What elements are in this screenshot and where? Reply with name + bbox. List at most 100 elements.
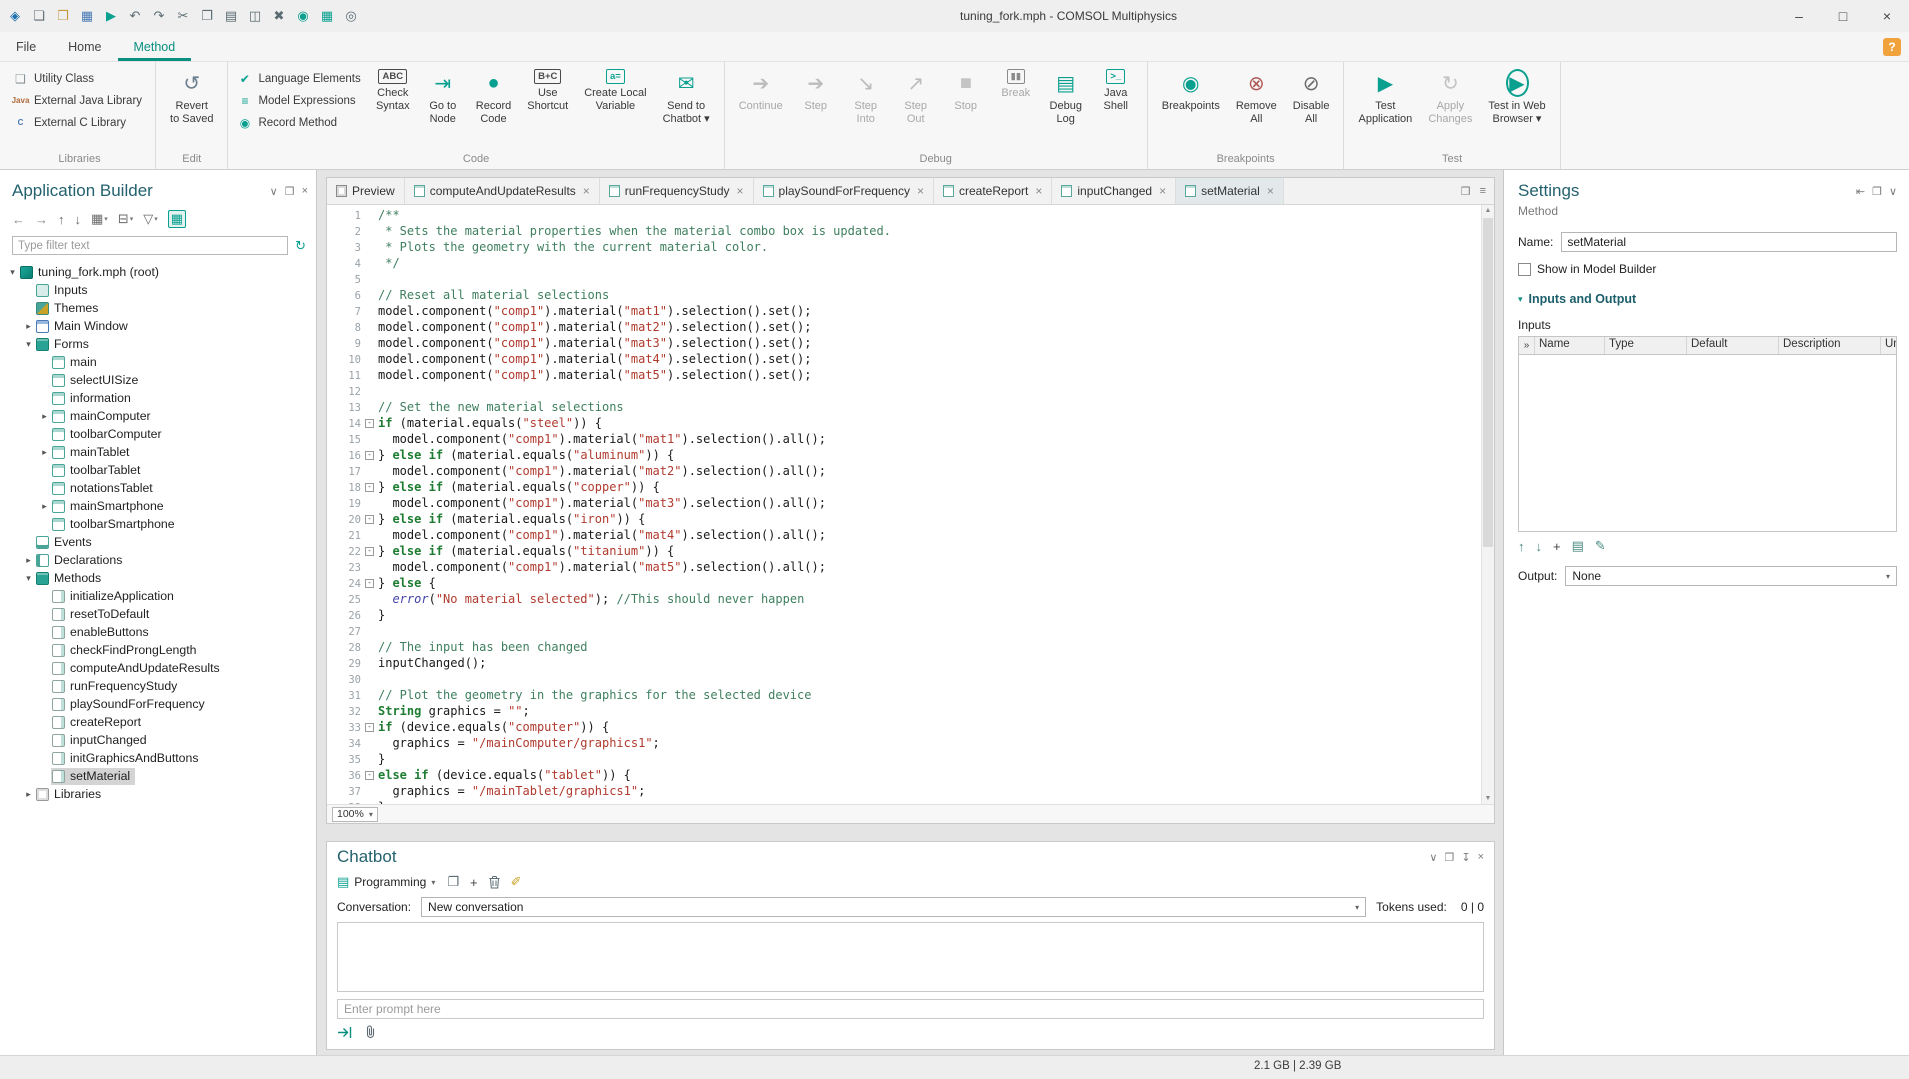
- ribbon-button-step[interactable]: ➔Step: [792, 64, 840, 113]
- ribbon-button-step-into[interactable]: ↘StepInto: [842, 64, 890, 126]
- ribbon-item-external-java-library[interactable]: JavaExternal Java Library: [13, 92, 142, 109]
- tree-item-inputs[interactable]: Inputs: [0, 281, 316, 299]
- inputs-table-body[interactable]: [1519, 355, 1896, 531]
- forward-button[interactable]: →: [35, 212, 48, 227]
- copy-button[interactable]: ❐: [198, 6, 216, 26]
- editor-tab-computeandupdateresults[interactable]: computeAndUpdateResults×: [405, 178, 600, 204]
- filter-menu-button[interactable]: ▽▾: [143, 211, 158, 227]
- maximize-button[interactable]: □: [1821, 0, 1865, 32]
- editor-tab-inputchanged[interactable]: inputChanged×: [1052, 178, 1176, 204]
- close-tab-icon[interactable]: ×: [737, 184, 744, 198]
- tree-twisty-icon[interactable]: ▾: [22, 573, 35, 584]
- minimize-button[interactable]: –: [1777, 0, 1821, 32]
- editor-tab-playsoundforfrequency[interactable]: playSoundForFrequency×: [754, 178, 934, 204]
- ribbon-button-revert-to-saved[interactable]: ↺Revertto Saved: [163, 64, 220, 126]
- tree-item-main[interactable]: main: [0, 353, 316, 371]
- ribbon-button-java-shell[interactable]: >_JavaShell: [1092, 64, 1140, 113]
- tree-item-createreport[interactable]: createReport: [0, 713, 316, 731]
- fold-toggle-icon[interactable]: -: [365, 419, 374, 428]
- open-file-button[interactable]: ❒: [54, 6, 72, 26]
- tree-item-tuning-fork-mph-root[interactable]: ▾tuning_fork.mph (root): [0, 263, 316, 281]
- tree-item-toolbartablet[interactable]: toolbarTablet: [0, 461, 316, 479]
- edit-input-button[interactable]: ✎: [1595, 538, 1606, 554]
- close-tab-icon[interactable]: ×: [1159, 184, 1166, 198]
- tree-item-playsoundforfrequency[interactable]: playSoundForFrequency: [0, 695, 316, 713]
- conversation-select[interactable]: New conversation ▾: [421, 897, 1366, 917]
- tree-item-mainsmartphone[interactable]: ▸mainSmartphone: [0, 497, 316, 515]
- fold-toggle-icon[interactable]: -: [365, 483, 374, 492]
- collapse-panel-button[interactable]: ⇤: [1856, 185, 1865, 198]
- delete-button[interactable]: ✖: [270, 6, 288, 26]
- ribbon-tab-home[interactable]: Home: [52, 32, 117, 61]
- close-panel-button[interactable]: ×: [302, 185, 308, 197]
- help-button[interactable]: ?: [1883, 38, 1901, 56]
- move-row-up-button[interactable]: ↑: [1518, 539, 1525, 554]
- tree-twisty-icon[interactable]: ▾: [6, 267, 19, 278]
- editor-tab-setmaterial[interactable]: setMaterial×: [1176, 178, 1284, 204]
- attach-file-button[interactable]: [364, 1025, 377, 1039]
- ribbon-button-remove-all[interactable]: ⊗RemoveAll: [1229, 64, 1284, 126]
- split-editor-button[interactable]: ❐: [1461, 185, 1471, 198]
- tree-twisty-icon[interactable]: ▾: [22, 339, 35, 350]
- tree-item-initgraphicsandbuttons[interactable]: initGraphicsAndButtons: [0, 749, 316, 767]
- tree-item-toolbarsmartphone[interactable]: toolbarSmartphone: [0, 515, 316, 533]
- pin-panel-button[interactable]: ↧: [1461, 851, 1470, 864]
- close-tab-icon[interactable]: ×: [1267, 184, 1274, 198]
- ribbon-button-create-local-variable[interactable]: a=Create LocalVariable: [577, 64, 653, 113]
- tree-item-selectuisize[interactable]: selectUISize: [0, 371, 316, 389]
- code-editor[interactable]: 1/**2 * Sets the material properties whe…: [327, 205, 1494, 804]
- tree-item-computeandupdateresults[interactable]: computeAndUpdateResults: [0, 659, 316, 677]
- panel-menu-button[interactable]: ∨: [270, 185, 278, 198]
- editor-scrollbar[interactable]: ▲ ▼: [1481, 205, 1494, 804]
- tree-item-declarations[interactable]: ▸Declarations: [0, 551, 316, 569]
- tree-item-methods[interactable]: ▾Methods: [0, 569, 316, 587]
- preview-application-button[interactable]: ▶: [102, 6, 120, 26]
- tree-item-checkfindpronglength[interactable]: checkFindProngLength: [0, 641, 316, 659]
- ribbon-button-check-syntax[interactable]: ABCCheckSyntax: [369, 64, 417, 113]
- tree-item-toolbarcomputer[interactable]: toolbarComputer: [0, 425, 316, 443]
- panel-menu-button[interactable]: ∨: [1889, 185, 1897, 198]
- tree-twisty-icon[interactable]: ▸: [22, 321, 35, 332]
- tree-twisty-icon[interactable]: ▸: [38, 501, 51, 512]
- ribbon-button-test-application[interactable]: ▶TestApplication: [1351, 64, 1419, 126]
- tree-item-themes[interactable]: Themes: [0, 299, 316, 317]
- load-inputs-button[interactable]: ▤: [1572, 538, 1584, 554]
- tree-item-notationstablet[interactable]: notationsTablet: [0, 479, 316, 497]
- delete-conversation-button[interactable]: [489, 876, 500, 889]
- fold-toggle-icon[interactable]: -: [365, 723, 374, 732]
- paste-button[interactable]: ▤: [222, 6, 240, 26]
- model-data-access-button[interactable]: ▦: [318, 6, 336, 26]
- prompt-input[interactable]: [337, 999, 1484, 1019]
- ribbon-button-breakpoints[interactable]: ◉Breakpoints: [1155, 64, 1227, 113]
- editor-tab-preview[interactable]: Preview: [327, 178, 405, 204]
- tree-item-forms[interactable]: ▾Forms: [0, 335, 316, 353]
- close-tab-icon[interactable]: ×: [1035, 184, 1042, 198]
- tree-item-main-window[interactable]: ▸Main Window: [0, 317, 316, 335]
- ribbon-button-use-shortcut[interactable]: B+CUseShortcut: [520, 64, 575, 113]
- refresh-filter-icon[interactable]: ↻: [295, 238, 306, 254]
- ribbon-item-utility-class[interactable]: ❑Utility Class: [13, 70, 142, 87]
- tree-item-events[interactable]: Events: [0, 533, 316, 551]
- duplicate-button[interactable]: ◫: [246, 6, 264, 26]
- add-input-button[interactable]: +: [1553, 539, 1561, 554]
- collapse-menu-button[interactable]: ⊟▾: [118, 211, 133, 227]
- move-down-button[interactable]: ↓: [75, 212, 82, 227]
- fold-toggle-icon[interactable]: -: [365, 515, 374, 524]
- send-prompt-button[interactable]: [337, 1026, 352, 1039]
- close-panel-button[interactable]: ×: [1478, 851, 1484, 863]
- filter-input[interactable]: [12, 236, 288, 255]
- ribbon-tab-method[interactable]: Method: [118, 32, 192, 61]
- ribbon-button-debug-log[interactable]: ▤DebugLog: [1042, 64, 1090, 126]
- ribbon-button-disable-all[interactable]: ⊘DisableAll: [1286, 64, 1337, 126]
- cut-button[interactable]: ✂: [174, 6, 192, 26]
- editor-tab-createreport[interactable]: createReport×: [934, 178, 1052, 204]
- ribbon-button-continue[interactable]: ➔Continue: [732, 64, 790, 113]
- ribbon-button-send-to-chatbot[interactable]: ✉Send toChatbot ▾: [656, 64, 717, 126]
- tree-item-initializeapplication[interactable]: initializeApplication: [0, 587, 316, 605]
- tree-item-libraries[interactable]: ▸Libraries: [0, 785, 316, 803]
- clear-conversation-button[interactable]: ✐: [511, 874, 522, 890]
- ribbon-button-apply-changes[interactable]: ↻ApplyChanges: [1421, 64, 1479, 126]
- editor-menu-button[interactable]: ≡: [1480, 185, 1486, 197]
- tree-twisty-icon[interactable]: ▸: [38, 447, 51, 458]
- tree-item-enablebuttons[interactable]: enableButtons: [0, 623, 316, 641]
